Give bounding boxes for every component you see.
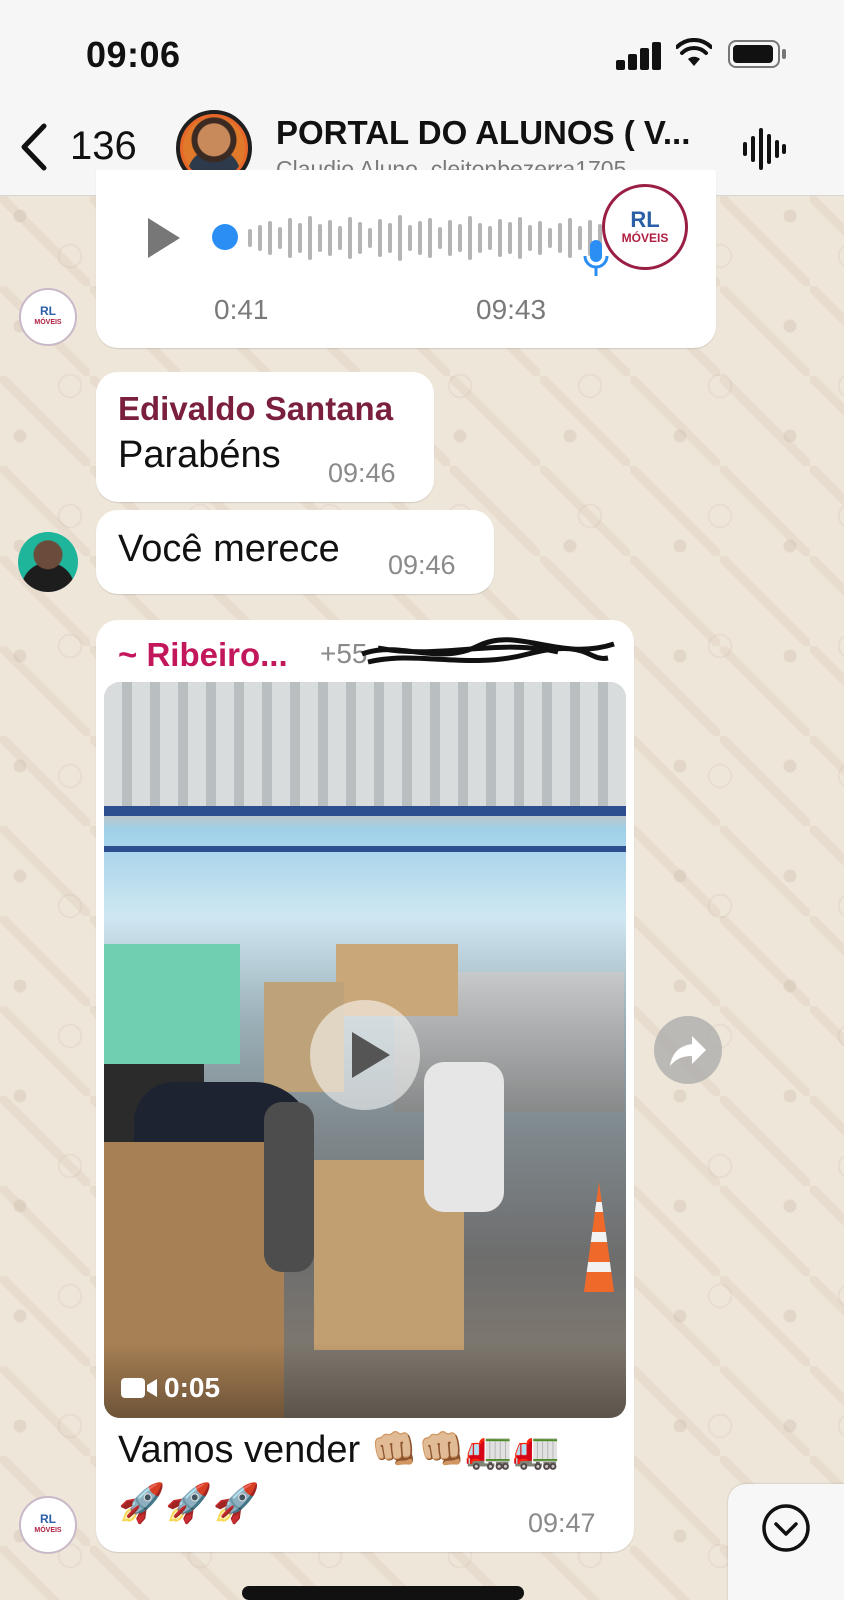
message-time: 09:47	[528, 1508, 596, 1538]
status-time: 09:06	[86, 34, 181, 75]
sender-name[interactable]: ~ Ribeiro...	[118, 636, 288, 674]
text-message-bubble[interactable]: Edivaldo Santana Parabéns 09:46	[96, 372, 434, 502]
waveform-bar	[408, 225, 412, 251]
waveform-bar	[518, 217, 522, 259]
waveform-bar	[478, 223, 482, 253]
rl-logo-sub: MÓVEIS	[621, 231, 669, 245]
forward-button[interactable]	[654, 1016, 722, 1084]
waveform-bar	[438, 227, 442, 249]
waveform-bar	[338, 226, 342, 250]
waveform-bar	[508, 222, 512, 254]
avatar-logo-sub: MÓVEIS	[34, 1527, 62, 1534]
video-duration-badge: 0:05	[120, 1372, 220, 1404]
waveform-bar	[458, 224, 462, 252]
audio-duration: 0:41	[214, 294, 269, 325]
sender-avatar[interactable]	[18, 532, 78, 592]
rl-logo-text: RL	[630, 207, 660, 232]
waveform-bar	[308, 216, 312, 260]
waveform-bar	[558, 223, 562, 253]
battery-icon	[728, 40, 786, 68]
waveform-bar	[528, 225, 532, 251]
avatar-logo-text: RL	[40, 304, 56, 318]
microphone-icon	[583, 240, 609, 276]
avatar-logo-sub: MÓVEIS	[34, 319, 62, 326]
status-bar: 09:06	[0, 0, 844, 100]
beam-shape-2	[104, 846, 626, 852]
message-time: 09:46	[328, 458, 396, 488]
video-duration: 0:05	[164, 1372, 221, 1403]
home-indicator	[242, 1586, 524, 1600]
audio-sender-avatar: RL MÓVEIS	[602, 184, 688, 270]
waveform-bar	[268, 221, 272, 255]
sender-avatar[interactable]: RL MÓVEIS	[19, 288, 77, 346]
green-house-shape	[104, 944, 240, 1064]
video-thumbnail[interactable]: 0:05	[104, 682, 626, 1418]
waveform-bar	[318, 224, 322, 252]
waveform-bar	[398, 215, 402, 261]
message-time: 09:46	[388, 550, 456, 580]
waveform-bar	[388, 223, 392, 253]
waveform-bar	[538, 221, 542, 255]
play-icon[interactable]	[310, 1000, 420, 1110]
traffic-cone-shape	[584, 1182, 614, 1292]
unread-count[interactable]: 136	[70, 124, 137, 169]
video-caption-line1: Vamos vender 👊🏼👊🏼🚛🚛	[118, 1429, 561, 1471]
signal-icon	[616, 40, 662, 70]
voice-chat-icon[interactable]	[740, 126, 786, 172]
message-time: 09:43	[476, 294, 547, 325]
worker-shape	[424, 1062, 504, 1212]
waveform-bar	[248, 229, 252, 247]
play-icon[interactable]	[146, 216, 182, 260]
waveform-bar	[358, 222, 362, 254]
waveform-bar	[298, 223, 302, 253]
roof-shape	[104, 682, 626, 812]
waveform-bar	[378, 219, 382, 257]
video-camera-icon	[121, 1378, 157, 1398]
back-chevron-icon[interactable]	[16, 122, 50, 172]
video-play-button[interactable]	[310, 1000, 420, 1110]
waveform-bar	[258, 225, 262, 251]
video-message-bubble[interactable]: ~ Ribeiro... +55 0:05 Vamos vender 👊🏼👊🏼🚛…	[96, 620, 634, 1552]
message-text: Você merece	[118, 528, 340, 570]
group-title[interactable]: PORTAL DO ALUNOS ( V...	[276, 114, 716, 152]
avatar-logo-text: RL	[40, 1512, 56, 1526]
message-text: Parabéns	[118, 434, 281, 476]
waveform-bar	[278, 227, 282, 249]
audio-message-bubble[interactable]: RL MÓVEIS 0:41 09:43	[96, 170, 716, 348]
scroll-to-bottom-button[interactable]	[728, 1484, 844, 1600]
waveform-bar	[288, 218, 292, 258]
waveform-bar	[488, 226, 492, 250]
waveform-bar	[498, 219, 502, 257]
waveform-bar	[568, 218, 572, 258]
waveform-bar	[448, 220, 452, 256]
waveform-bar	[368, 228, 372, 248]
waveform-bar	[418, 221, 422, 255]
wifi-icon	[676, 38, 712, 66]
waveform-bar	[468, 216, 472, 260]
waveform-bar	[548, 228, 552, 248]
worker-shape-2	[264, 1102, 314, 1272]
sender-avatar[interactable]: RL MÓVEIS	[19, 1496, 77, 1554]
audio-scrubber[interactable]	[212, 224, 238, 250]
waveform-bar	[348, 217, 352, 259]
text-message-bubble[interactable]: Você merece 09:46	[96, 510, 494, 594]
chevron-down-icon[interactable]	[728, 1484, 844, 1600]
waveform-bar	[428, 218, 432, 258]
sender-name[interactable]: Edivaldo Santana	[118, 390, 393, 428]
scribble-redaction	[361, 637, 615, 665]
video-caption-line2: 🚀🚀🚀	[118, 1483, 260, 1525]
waveform-bar	[328, 220, 332, 256]
beam-shape	[104, 806, 626, 816]
forward-arrow-icon[interactable]	[654, 1016, 722, 1084]
